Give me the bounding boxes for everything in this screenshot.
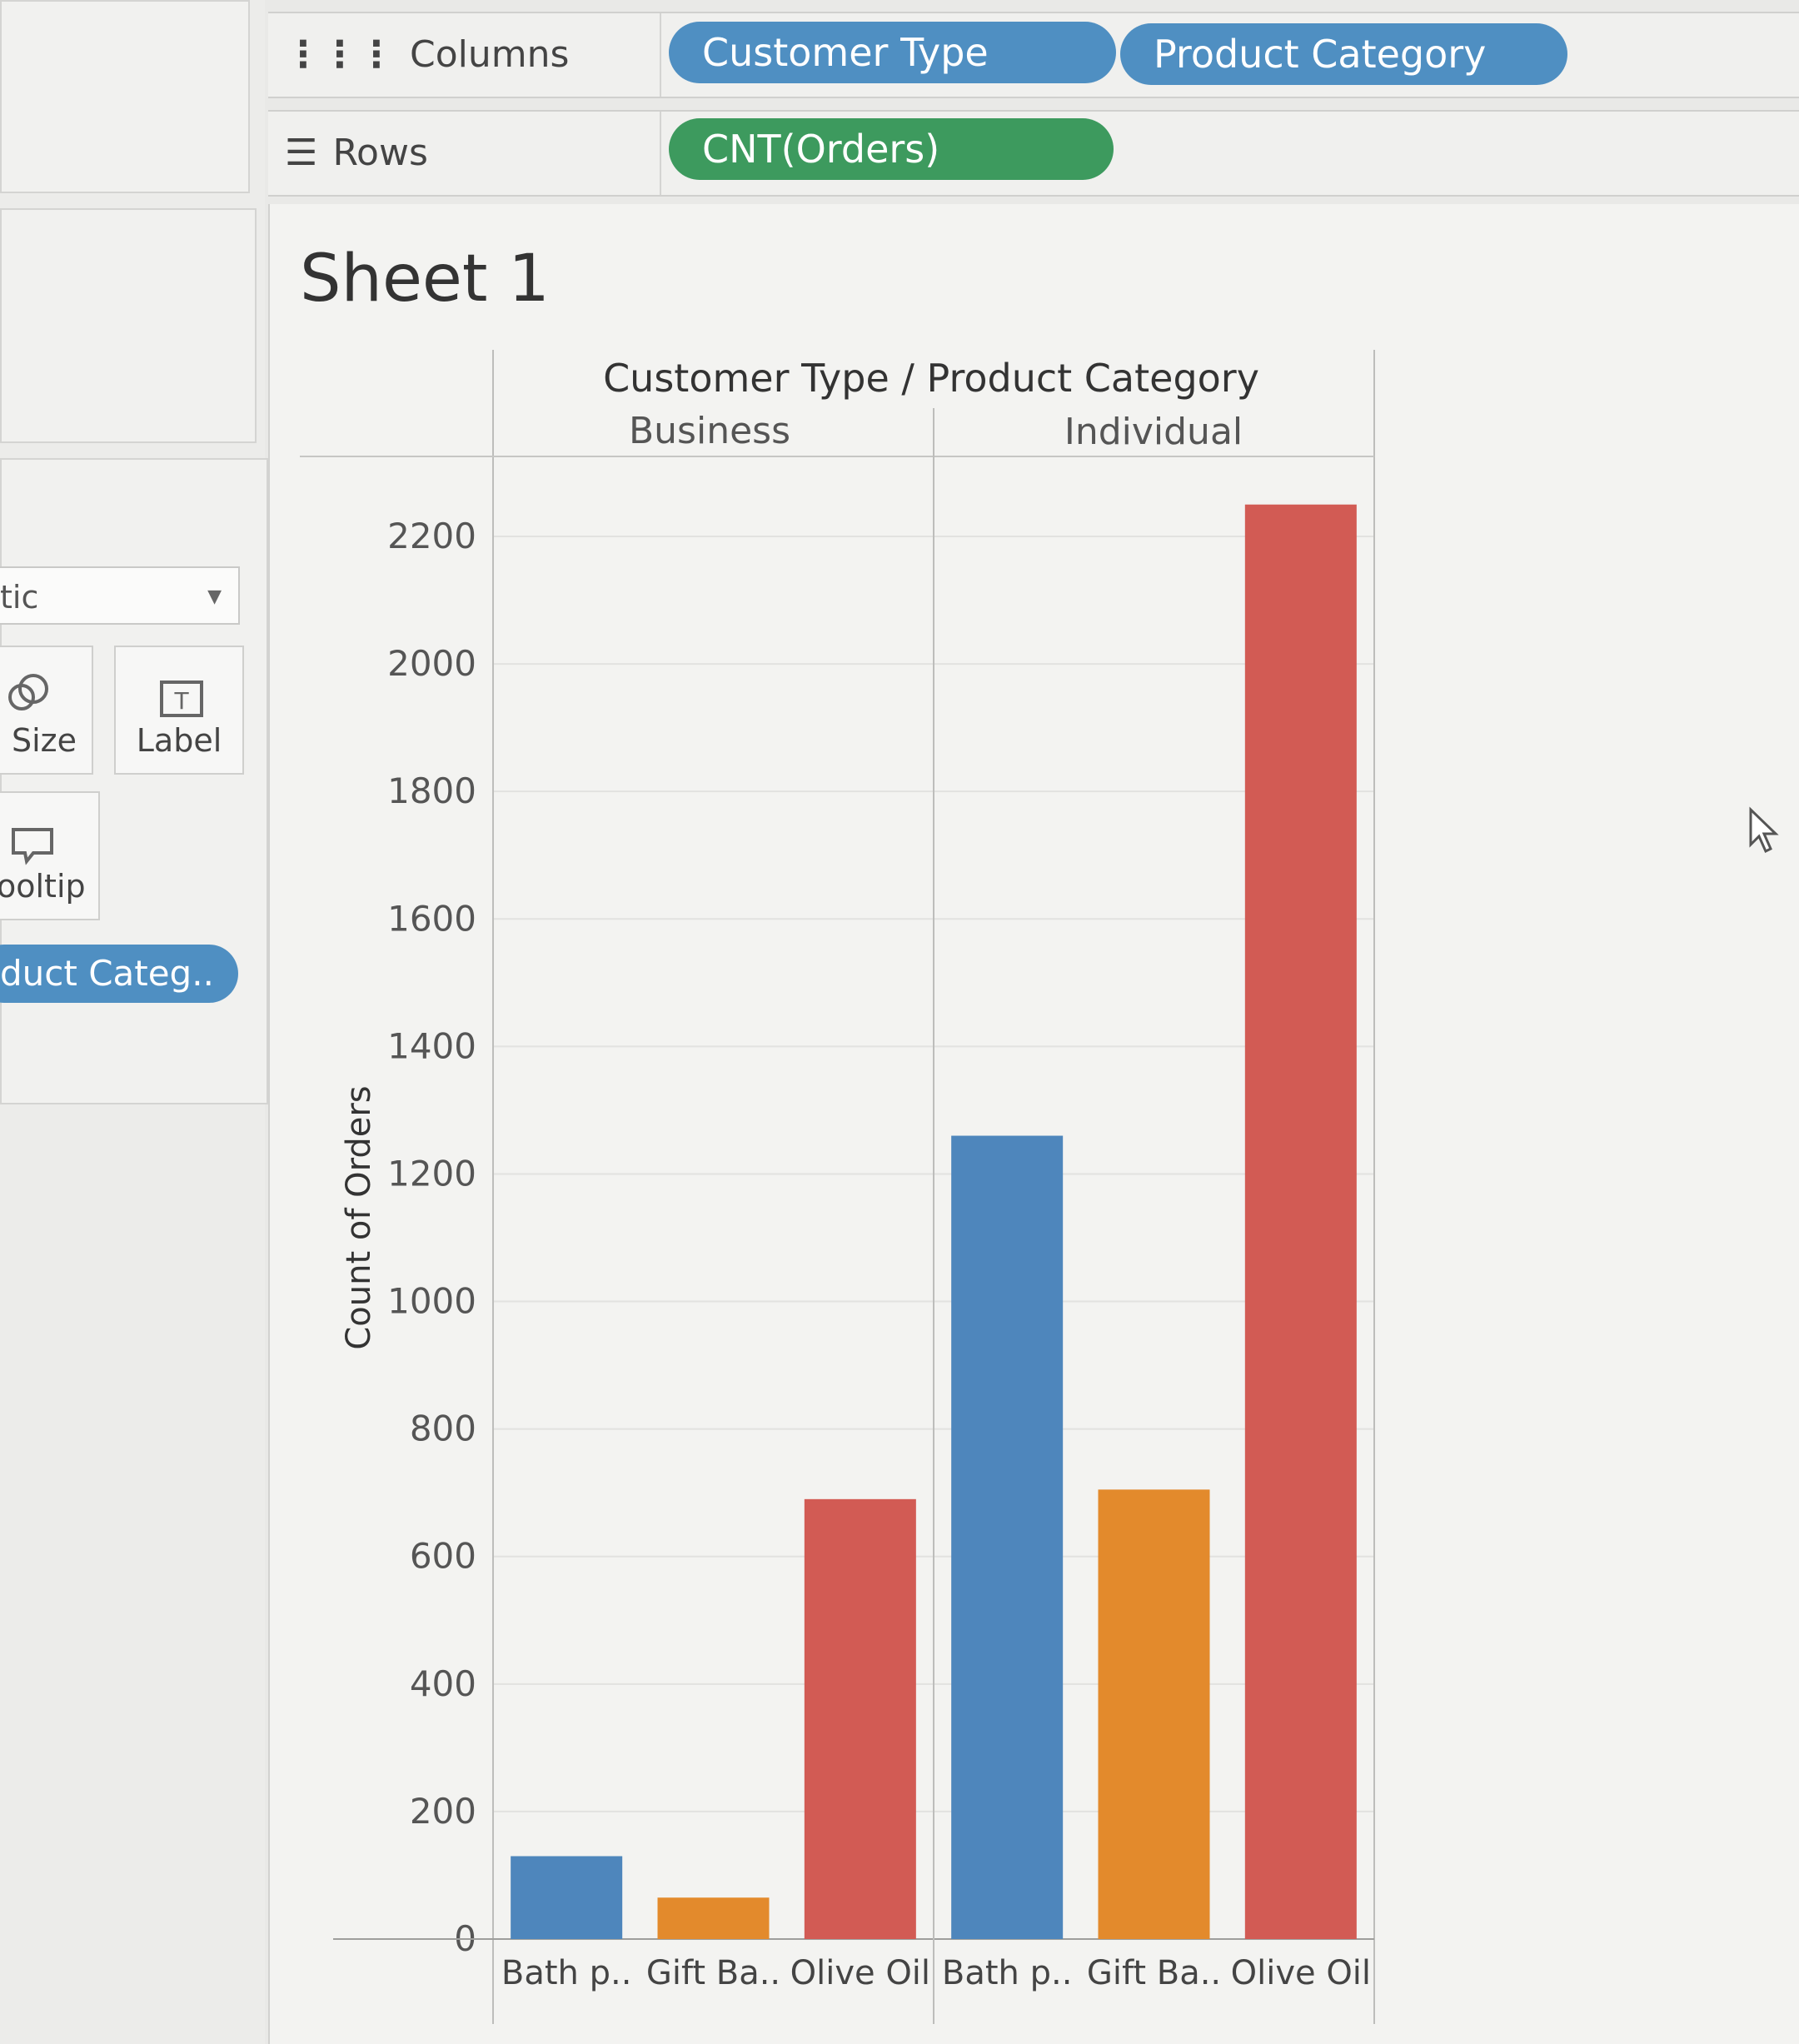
y-tick-label: 400 (410, 1663, 476, 1704)
y-tick-label: 2200 (387, 516, 476, 556)
y-axis-label: Count of Orders (340, 1085, 378, 1349)
y-tick-label: 200 (410, 1791, 476, 1832)
y-tick-label: 2000 (387, 643, 476, 684)
y-tick-label: 1000 (387, 1281, 476, 1322)
bar (951, 1135, 1064, 1939)
bar (511, 1856, 623, 1939)
y-tick-label: 800 (410, 1408, 476, 1449)
x-tick-label: Bath p.. (501, 1954, 632, 1992)
bar (1244, 504, 1357, 1939)
header-business: Business (629, 410, 790, 452)
mouse-pointer-icon (1749, 806, 1779, 854)
header-title: Customer Type / Product Category (603, 356, 1259, 401)
bar (657, 1897, 770, 1939)
header-individual: Individual (1064, 411, 1243, 453)
bar-chart: Customer Type / Product Category Busines… (300, 350, 1375, 2024)
x-tick-label: Bath p.. (942, 1954, 1073, 1992)
y-tick-label: 1600 (387, 898, 476, 939)
y-tick-label: 600 (410, 1536, 476, 1577)
x-tick-label: Gift Ba.. (1087, 1954, 1221, 1992)
x-tick-label: Olive Oil (1231, 1954, 1371, 1992)
y-tick-label: 1200 (387, 1153, 476, 1194)
x-tick-label: Gift Ba.. (646, 1954, 780, 1992)
x-tick-label: Olive Oil (790, 1954, 930, 1992)
bar (804, 1498, 916, 1939)
bar (1098, 1489, 1210, 1939)
y-tick-label: 1400 (387, 1025, 476, 1066)
y-tick-label: 1800 (387, 770, 476, 811)
